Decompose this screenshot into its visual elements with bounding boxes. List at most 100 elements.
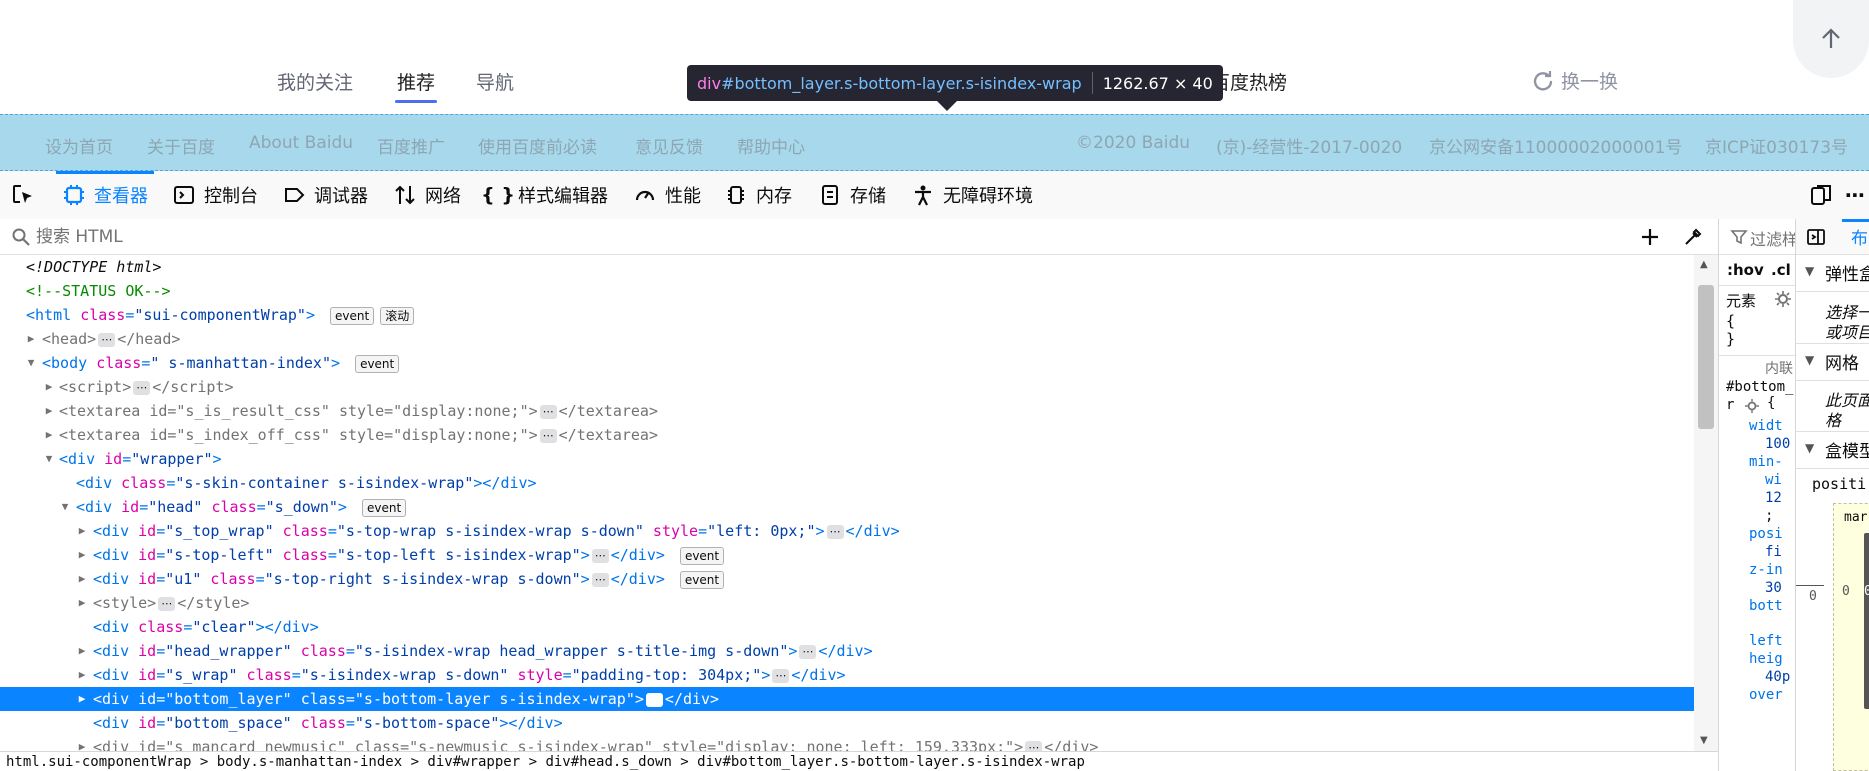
expand-twisty-icon[interactable]: ▶ <box>76 567 88 591</box>
border-left-value[interactable]: 0 <box>1842 584 1850 599</box>
expand-twisty-icon[interactable]: ▶ <box>76 543 88 567</box>
gear-icon[interactable] <box>1773 289 1793 309</box>
refresh-button[interactable]: 换一换 <box>1531 67 1618 94</box>
eyedropper-icon[interactable] <box>1681 225 1705 249</box>
bottom-link[interactable]: About Baidu <box>249 133 353 153</box>
expand-twisty-icon[interactable]: ▶ <box>76 519 88 543</box>
event-badge[interactable]: event <box>355 354 400 373</box>
tree-row-u1[interactable]: ▶ <div id="u1" class="s-top-right s-isin… <box>0 567 1694 591</box>
collapsed-dots[interactable]: ⋯ <box>591 548 609 563</box>
collapsed-dots[interactable]: ⋯ <box>539 404 557 419</box>
license-text[interactable]: 京公网安备11000002000001号 <box>1429 133 1682 158</box>
expand-twisty-icon[interactable]: ▶ <box>76 663 88 687</box>
add-node-icon[interactable] <box>1638 225 1662 249</box>
collapsed-dots[interactable]: ⋯ <box>799 644 817 659</box>
class-toggle[interactable]: .cl <box>1771 261 1791 279</box>
tree-row-textarea[interactable]: ▶ <textarea id="s_index_off_css" style="… <box>0 423 1694 447</box>
css-property[interactable]: over <box>1749 687 1783 703</box>
bottom-link[interactable]: 意见反馈 <box>635 133 703 158</box>
tree-row-s-top-wrap[interactable]: ▶ <div id="s_top_wrap" class="s-top-wrap… <box>0 519 1694 543</box>
collapse-twisty-icon[interactable]: ▼ <box>25 351 37 375</box>
collapsed-dots[interactable]: ⋯ <box>539 428 557 443</box>
tab-network[interactable]: 网络 <box>393 171 461 219</box>
scroll-down-icon[interactable]: ▼ <box>1700 735 1708 746</box>
tree-row-bottom-layer-selected[interactable]: ▶ <div id="bottom_layer" class="s-bottom… <box>0 687 1694 711</box>
css-property[interactable]: min- <box>1749 454 1783 470</box>
tab-memory[interactable]: 内存 <box>724 171 792 219</box>
collapsed-dots[interactable]: ⋯ <box>772 668 790 683</box>
section-header-grid[interactable]: ▼ 网格 <box>1796 343 1869 381</box>
scroll-badge[interactable]: 滚动 <box>380 306 415 325</box>
tree-row-comment[interactable]: <!--STATUS OK--> <box>0 279 1694 303</box>
tab-layout[interactable]: 布 <box>1851 224 1868 249</box>
hover-toggle[interactable]: :hov <box>1727 261 1764 279</box>
collapsed-dots[interactable]: ⋯ <box>591 572 609 587</box>
tree-row-head[interactable]: ▶ <head> ⋯ </head> <box>0 327 1694 351</box>
event-badge[interactable]: event <box>679 570 725 589</box>
expand-twisty-icon[interactable]: ▶ <box>76 639 88 663</box>
bottom-link[interactable]: 关于百度 <box>147 133 215 158</box>
css-property[interactable]: left <box>1749 633 1783 649</box>
gear-icon[interactable] <box>1743 397 1761 415</box>
expand-twisty-icon[interactable]: ▶ <box>25 327 37 351</box>
tab-console[interactable]: 控制台 <box>172 171 258 219</box>
padding-value[interactable]: 0 <box>1864 584 1869 599</box>
bottom-link[interactable]: 设为首页 <box>45 133 113 158</box>
event-badge[interactable]: event <box>679 546 725 565</box>
collapsed-dots[interactable]: ⋯ <box>158 596 176 611</box>
tab-inspector[interactable]: 查看器 <box>56 171 154 219</box>
expand-twisty-icon[interactable]: ▶ <box>43 423 55 447</box>
css-value[interactable]: fi <box>1765 544 1782 560</box>
collapsed-dots[interactable]: ⋯ <box>826 524 844 539</box>
collapsed-dots[interactable]: ⋯ <box>1025 740 1043 751</box>
bottom-link[interactable]: 使用百度前必读 <box>478 133 597 158</box>
tree-row-script[interactable]: ▶ <script> ⋯ </script> <box>0 375 1694 399</box>
css-property[interactable]: wi <box>1765 472 1782 488</box>
css-value[interactable]: 12 <box>1765 490 1782 506</box>
tree-row-head-div[interactable]: ▼ <div id="head" class="s_down"> event <box>0 495 1694 519</box>
tab-accessibility[interactable]: 无障碍环境 <box>911 171 1033 219</box>
tab-style-editor[interactable]: { } 样式编辑器 <box>481 171 608 219</box>
expand-twisty-icon[interactable]: ▶ <box>43 399 55 423</box>
tree-row-skin[interactable]: <div class="s-skin-container s-isindex-w… <box>0 471 1694 495</box>
margin-left-value[interactable]: 0 <box>1809 589 1817 604</box>
collapse-twisty-icon[interactable]: ▼ <box>43 447 55 471</box>
tree-row-s-wrap[interactable]: ▶ <div id="s_wrap" class="s-isindex-wrap… <box>0 663 1694 687</box>
license-text[interactable]: (京)-经营性-2017-0020 <box>1216 133 1402 158</box>
event-badge[interactable]: event <box>330 306 375 325</box>
tree-row-bottom-space[interactable]: <div id="bottom_space" class="s-bottom-s… <box>0 711 1694 735</box>
tab-storage[interactable]: 存储 <box>818 171 886 219</box>
tab-performance[interactable]: 性能 <box>633 171 701 219</box>
breadcrumb[interactable]: html.sui-componentWrap > body.s-manhatta… <box>0 751 1718 771</box>
bottom-link[interactable]: 百度推广 <box>377 133 445 158</box>
collapsed-dots[interactable]: ⋯ <box>98 332 116 347</box>
css-property[interactable]: bott <box>1749 598 1783 614</box>
scrollbar-thumb[interactable] <box>1698 285 1714 429</box>
rules-filter-input[interactable]: 过滤样 <box>1750 226 1796 250</box>
collapse-twisty-icon[interactable]: ▼ <box>59 495 71 519</box>
tab-recommend[interactable]: 推荐 <box>397 68 435 95</box>
more-options-icon[interactable]: ⋯ <box>1843 183 1867 207</box>
tab-debugger[interactable]: 调试器 <box>282 171 368 219</box>
tree-row-style[interactable]: ▶ <style> ⋯ </style> <box>0 591 1694 615</box>
back-to-top-button[interactable] <box>1793 0 1869 78</box>
tree-row-doctype[interactable]: <!DOCTYPE html> <box>0 255 1694 279</box>
license-text[interactable]: 京ICP证030173号 <box>1705 133 1848 158</box>
collapsed-dots[interactable]: ⋯ <box>645 692 663 707</box>
section-header-flexbox[interactable]: ▼ 弹性盒 <box>1796 255 1869 292</box>
expand-twisty-icon[interactable]: ▶ <box>43 375 55 399</box>
markup-tree[interactable]: <!DOCTYPE html> <!--STATUS OK--> <html c… <box>0 255 1694 751</box>
dock-options-icon[interactable] <box>1809 183 1833 207</box>
tree-row-clear[interactable]: <div class="clear"></div> <box>0 615 1694 639</box>
search-html-input[interactable] <box>34 223 1598 251</box>
expand-twisty-icon[interactable]: ▶ <box>76 735 88 751</box>
expand-twisty-icon[interactable]: ▶ <box>76 687 88 711</box>
event-badge[interactable]: event <box>361 498 407 517</box>
css-value[interactable]: 30 <box>1765 580 1782 596</box>
splitter[interactable] <box>1719 219 1723 771</box>
element-picker-icon[interactable] <box>11 183 35 207</box>
css-property[interactable]: posi <box>1749 526 1783 542</box>
tree-row-head-wrapper[interactable]: ▶ <div id="head_wrapper" class="s-isinde… <box>0 639 1694 663</box>
css-property[interactable]: widt <box>1749 418 1783 434</box>
tree-row-s-top-left[interactable]: ▶ <div id="s-top-left" class="s-top-left… <box>0 543 1694 567</box>
